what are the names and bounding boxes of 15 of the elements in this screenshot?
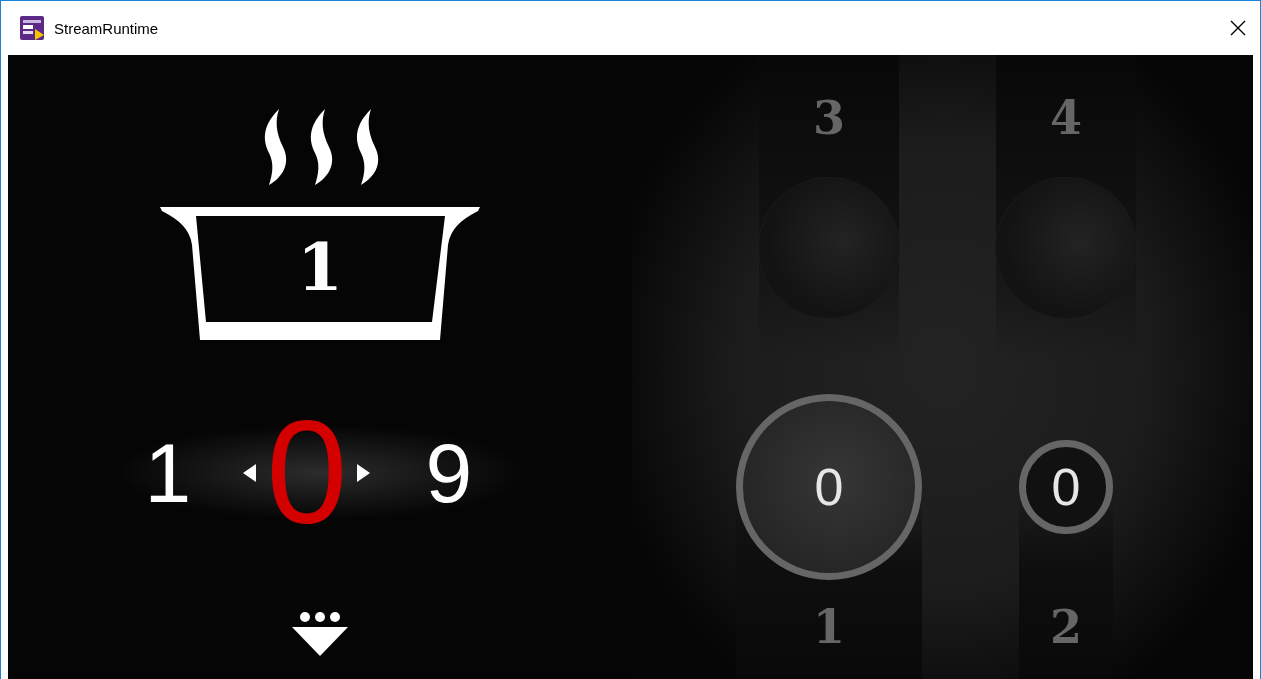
more-down-icon[interactable] [292,612,348,656]
left-arrow-icon[interactable] [242,463,257,482]
app-icon [20,16,44,40]
window-title: StreamRuntime [54,19,160,37]
close-icon[interactable] [1230,20,1246,36]
pot-icon [160,205,480,341]
burner-number: 3 [813,98,845,138]
next-level[interactable]: 9 [425,430,473,515]
power-level-value: 0 [266,399,348,546]
burner-power-dial[interactable]: 0 [736,394,922,580]
previous-level[interactable]: 1 [144,430,192,515]
burner-number: 4 [1050,98,1082,138]
right-arrow-icon[interactable] [357,463,372,482]
burner-power-dial[interactable]: 0 [1019,440,1113,534]
pot-number: 1 [297,234,343,300]
